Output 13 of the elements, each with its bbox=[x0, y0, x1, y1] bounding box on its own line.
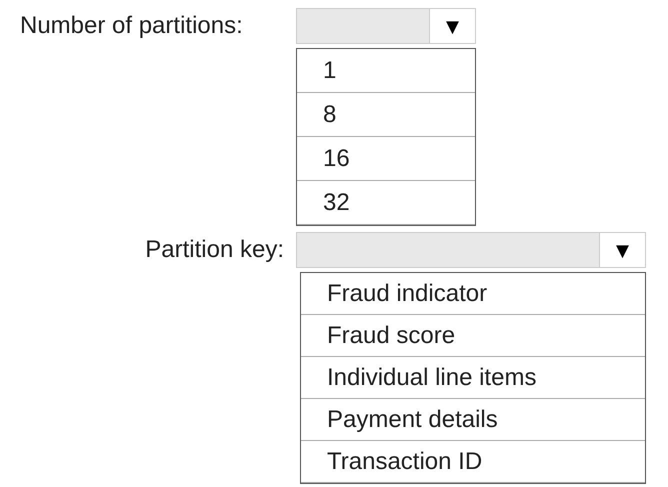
field-label: Number of partitions: bbox=[20, 11, 243, 41]
dropdown-option[interactable]: Transaction ID bbox=[301, 441, 645, 483]
dropdown-option[interactable]: Fraud score bbox=[301, 315, 645, 357]
dropdown-option[interactable]: Fraud indicator bbox=[301, 273, 645, 315]
field-label: Partition key: bbox=[145, 235, 284, 265]
dropdown-option[interactable]: 1 bbox=[297, 49, 475, 93]
dropdown-option[interactable]: Individual line items bbox=[301, 357, 645, 399]
dropdown-option[interactable]: 16 bbox=[297, 137, 475, 181]
dropdown-select[interactable]: ▼ bbox=[296, 8, 476, 44]
dropdown-option[interactable]: 32 bbox=[297, 181, 475, 225]
dropdown-select[interactable]: ▼ bbox=[296, 232, 646, 268]
dropdown-option[interactable]: 8 bbox=[297, 93, 475, 137]
dropdown-option[interactable]: Payment details bbox=[301, 399, 645, 441]
